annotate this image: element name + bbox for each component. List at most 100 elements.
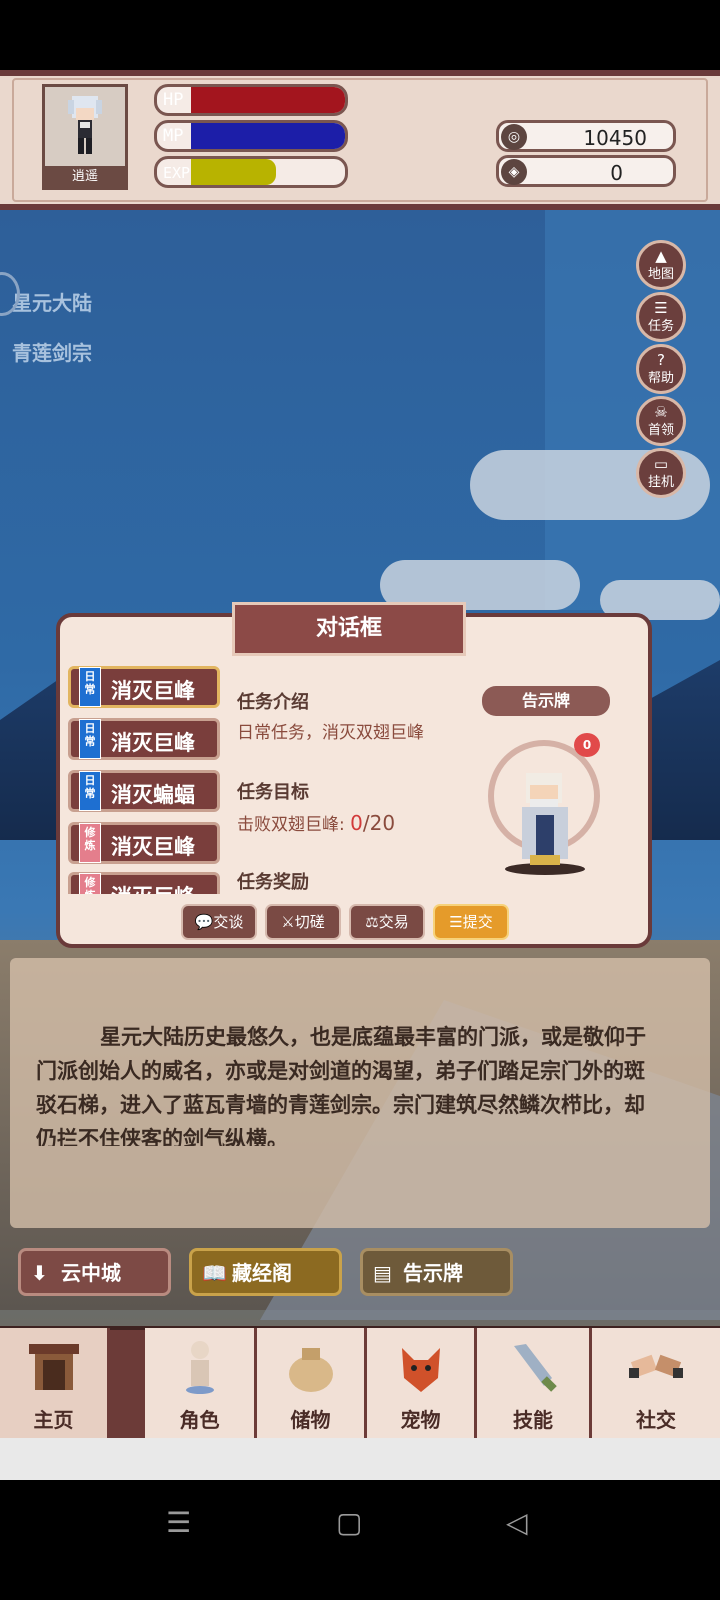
sky-band (545, 210, 720, 610)
player-sprite (68, 96, 102, 154)
coin-value: 10450 (583, 126, 647, 150)
pet-icon (401, 1348, 440, 1392)
gem-counter: ◈ 0 (496, 155, 676, 187)
npc-sprite[interactable] (500, 755, 590, 875)
intro-text: 日常任务，消灭双翅巨峰 (237, 723, 424, 743)
help-button[interactable]: ? 帮助 (636, 344, 686, 394)
intro-heading: 任务介绍 (237, 692, 309, 713)
tab-skill[interactable]: 技能 (477, 1328, 592, 1438)
trade-button[interactable]: ⚖交易 (349, 904, 425, 940)
goto-signboard-label: 告示牌 (403, 1261, 463, 1285)
quest-item[interactable]: 日常 消灭巨峰 (68, 666, 220, 708)
help-button-label: 帮助 (647, 371, 674, 386)
quest-name: 消灭巨峰 (111, 679, 195, 703)
mp-bar-fill (191, 123, 345, 149)
quest-tag: 日常 (79, 771, 101, 811)
character-icon (185, 1341, 214, 1394)
quest-name: 消灭巨峰 (111, 881, 195, 894)
talk-button[interactable]: 💬交谈 (181, 904, 257, 940)
goal-label: 击败双翅巨峰: (237, 815, 351, 835)
quest-list-overflow: 修炼 消灭巨峰 (68, 872, 220, 894)
scale-icon: ⚖ (365, 913, 379, 931)
hp-bar: HP (154, 84, 348, 116)
menu-icon[interactable]: ☰ (166, 1506, 191, 1539)
tab-pet-label: 宠物 (400, 1408, 441, 1432)
home-icon[interactable]: ▢ (336, 1506, 362, 1539)
goto-library-button[interactable]: 📖 藏经阁 (189, 1248, 342, 1296)
book-icon: 📖 (202, 1261, 227, 1285)
gem-icon: ◈ (501, 159, 527, 185)
quest-item[interactable]: 修炼 消灭巨峰 (68, 822, 220, 864)
quest-tag: 日常 (79, 719, 101, 759)
affection-heart: 0 (574, 733, 600, 757)
spar-button-label: 切磋 (294, 913, 325, 931)
coin-icon: ◎ (501, 124, 527, 150)
tab-social[interactable]: 社交 (592, 1328, 720, 1438)
question-icon: ? (657, 351, 665, 369)
trade-button-label: 交易 (378, 913, 409, 931)
goto-signboard-button[interactable]: ▤ 告示牌 (360, 1248, 513, 1296)
map-button[interactable]: ▲ 地图 (636, 240, 686, 290)
quest-item[interactable]: 日常 消灭巨峰 (68, 718, 220, 760)
goto-cloud-city-button[interactable]: ⬇ 云中城 (18, 1248, 171, 1296)
mountain-icon: ▲ (655, 247, 667, 265)
mp-bar: MP (154, 120, 348, 152)
tab-character[interactable]: 角色 (145, 1328, 257, 1438)
goto-library-label: 藏经阁 (232, 1261, 292, 1285)
tab-pet[interactable]: 宠物 (367, 1328, 477, 1438)
tab-storage[interactable]: 储物 (257, 1328, 367, 1438)
list-icon: ☰ (449, 913, 463, 931)
coin-counter: ◎ 10450 (496, 120, 676, 152)
signboard-icon: ▤ (373, 1261, 392, 1285)
gate-icon (28, 1344, 79, 1390)
exp-bar-fill (191, 159, 276, 185)
boss-button-label: 首领 (647, 423, 674, 438)
tab-character-label: 角色 (179, 1408, 220, 1432)
quest-name: 消灭巨峰 (111, 835, 195, 859)
hp-bar-fill (191, 87, 345, 113)
goal-total: /20 (362, 811, 396, 835)
arrow-down-icon: ⬇ (31, 1261, 48, 1285)
hp-label: HP (163, 90, 184, 110)
place-name: 青莲剑宗 (12, 341, 92, 365)
monitor-icon: ▭ (653, 455, 669, 473)
quest-tag: 日常 (79, 667, 101, 707)
handshake-icon (629, 1354, 683, 1378)
tab-home[interactable]: 主页 (0, 1328, 110, 1438)
mp-label: MP (163, 126, 184, 146)
system-nav-bar (0, 1480, 720, 1600)
tab-storage-label: 储物 (290, 1408, 331, 1432)
quest-item[interactable]: 修炼 消灭巨峰 (68, 872, 220, 894)
npc-name: 告示牌 (482, 686, 610, 716)
quest-button-label: 任务 (647, 319, 674, 334)
gem-value: 0 (610, 161, 623, 185)
submit-button[interactable]: ☰提交 (433, 904, 509, 940)
quest-name: 消灭蝙蝠 (111, 783, 195, 807)
spar-button[interactable]: ⚔切磋 (265, 904, 341, 940)
chat-icon: 💬 (194, 913, 214, 931)
quest-item[interactable]: 日常 消灭蝙蝠 (68, 770, 220, 812)
status-bar (0, 0, 720, 70)
reward-heading: 任务奖励 (237, 872, 309, 893)
tab-social-label: 社交 (636, 1408, 676, 1432)
player-name: 逍遥 (45, 166, 125, 188)
back-icon[interactable]: ◁ (506, 1506, 528, 1539)
dialog-title: 对话框 (232, 602, 466, 656)
region-name: 星元大陆 (12, 291, 92, 315)
exp-bar: EXP (154, 156, 348, 188)
bottom-strip (0, 1438, 720, 1482)
exp-label: EXP (163, 164, 191, 182)
tab-home-label: 主页 (33, 1408, 74, 1432)
story-text: 星元大陆历史最悠久，也是底蕴最丰富的门派，或是敬仰于门派创始人的威名，亦或是对剑… (36, 1025, 646, 1146)
auto-button[interactable]: ▭ 挂机 (636, 448, 686, 498)
quest-tag: 修炼 (79, 873, 101, 894)
submit-button-label: 提交 (462, 913, 493, 931)
goal-progress: 0 (350, 811, 363, 835)
blade-icon (514, 1344, 557, 1392)
boss-button[interactable]: ☠ 首领 (636, 396, 686, 446)
goal-text: 击败双翅巨峰: 0/20 (237, 810, 395, 835)
goto-cloud-city-label: 云中城 (61, 1261, 121, 1285)
goal-heading: 任务目标 (237, 782, 309, 803)
bag-icon (288, 1348, 333, 1392)
quest-button[interactable]: ☰ 任务 (636, 292, 686, 342)
